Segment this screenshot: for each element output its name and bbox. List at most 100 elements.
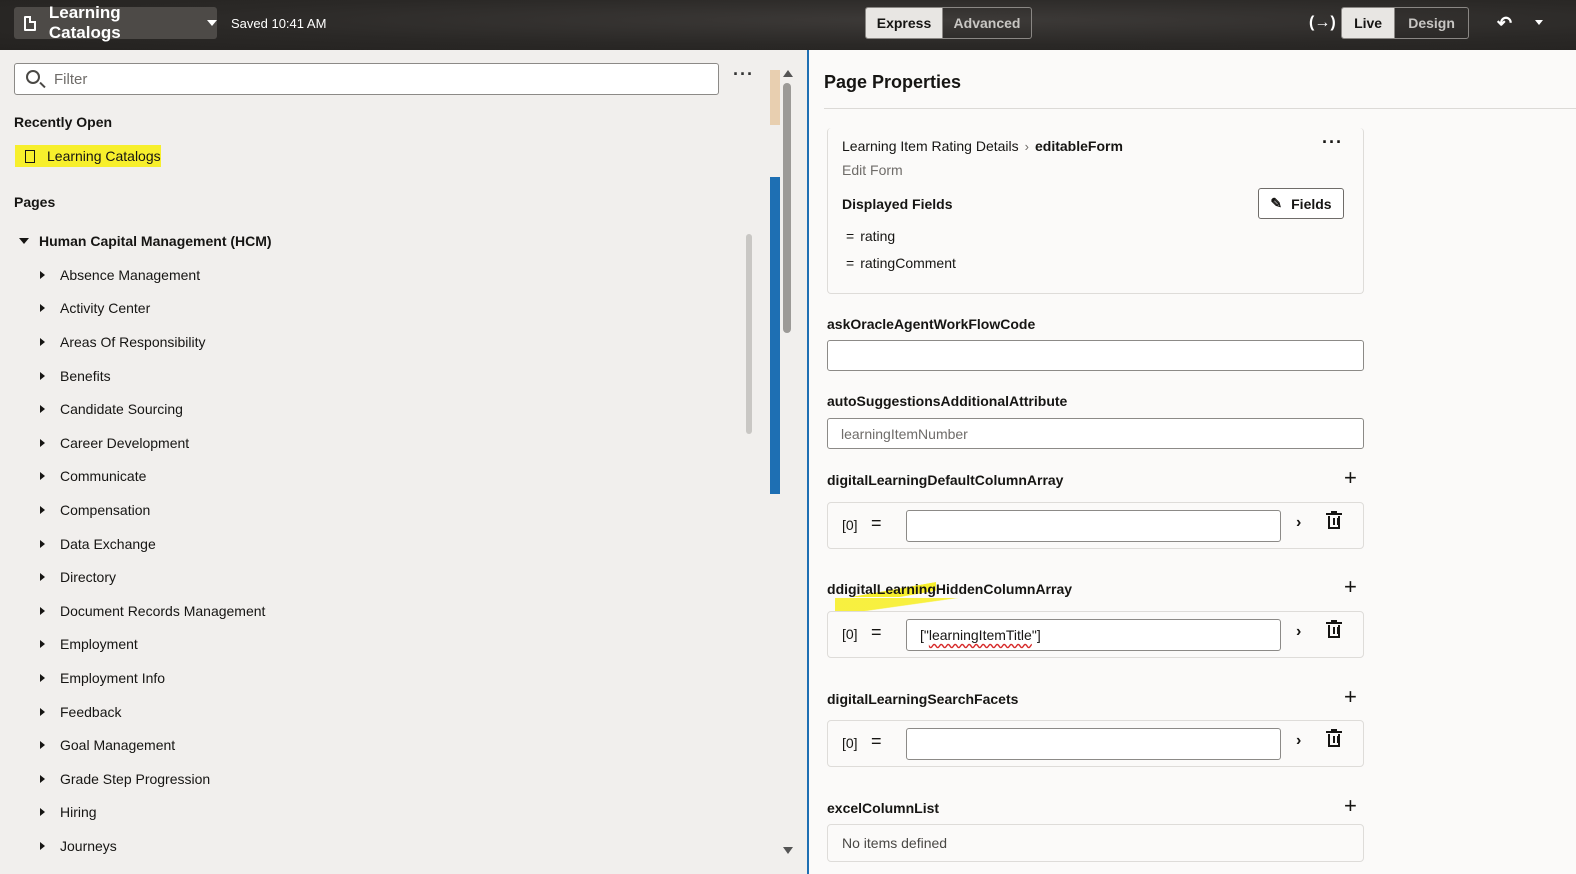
displayed-fields-label: Displayed Fields	[842, 196, 953, 212]
tree-scrollbar[interactable]	[744, 218, 756, 858]
caret-right-icon[interactable]	[40, 808, 45, 817]
tree-item[interactable]: Areas Of Responsibility	[40, 325, 265, 359]
tree-item-label: Document Records Management	[60, 602, 266, 619]
caret-right-icon[interactable]	[40, 405, 45, 414]
tree-item[interactable]: Hiring	[40, 796, 265, 830]
divider	[824, 108, 1576, 109]
splitter-highlight	[770, 177, 780, 494]
caret-right-icon[interactable]	[40, 673, 45, 682]
tree-item[interactable]: Grade Step Progression	[40, 762, 265, 796]
trash-icon[interactable]	[1326, 511, 1342, 529]
tab-live[interactable]: Live	[1342, 8, 1395, 38]
add-icon[interactable]: +	[1344, 795, 1357, 817]
tree-item[interactable]: Employment Info	[40, 661, 265, 695]
tree-item[interactable]: Document Records Management	[40, 594, 265, 628]
caret-right-icon[interactable]	[40, 371, 45, 380]
value-part: ["	[920, 627, 929, 643]
caret-right-icon[interactable]	[40, 841, 45, 850]
array-index: [0]	[842, 735, 858, 751]
array-item-input[interactable]	[906, 510, 1281, 542]
tree-item[interactable]: Career Development	[40, 426, 265, 460]
array-item-input[interactable]: [" learningItemTitle "]	[906, 619, 1281, 651]
caret-right-icon[interactable]	[40, 573, 45, 582]
default-column-label: digitalLearningDefaultColumnArray	[827, 472, 1064, 488]
chevron-right-icon[interactable]: ›	[1296, 623, 1301, 641]
breadcrumb: Learning Item Rating Details › editableF…	[842, 138, 1123, 154]
page-switcher-button[interactable]: Learning Catalogs	[14, 3, 217, 42]
scroll-down-icon[interactable]	[783, 847, 793, 854]
tree-item[interactable]: Employment	[40, 628, 265, 662]
caret-right-icon[interactable]	[40, 438, 45, 447]
tree-item-label: Feedback	[60, 703, 122, 720]
tab-design[interactable]: Design	[1394, 8, 1468, 38]
undo-menu-chevron-icon[interactable]	[1535, 20, 1543, 25]
trash-icon[interactable]	[1326, 620, 1342, 638]
drag-handle-icon[interactable]: =	[846, 255, 854, 271]
tree-item[interactable]: Data Exchange	[40, 527, 265, 561]
more-options-icon[interactable]: ···	[1322, 133, 1343, 151]
tab-advanced[interactable]: Advanced	[942, 8, 1031, 38]
displayed-field[interactable]: = rating	[846, 228, 895, 244]
saved-status: Saved 10:41 AM	[231, 16, 327, 31]
tree-item[interactable]: Communicate	[40, 460, 265, 494]
trash-icon[interactable]	[1326, 729, 1342, 747]
add-icon[interactable]: +	[1344, 467, 1357, 489]
tree-item[interactable]: Feedback	[40, 695, 265, 729]
properties-scrollbar[interactable]	[780, 65, 796, 860]
caret-right-icon[interactable]	[40, 606, 45, 615]
chevron-right-icon[interactable]: ›	[1296, 514, 1301, 532]
tree-item-label: Absence Management	[60, 266, 201, 283]
tree-item[interactable]: Activity Center	[40, 292, 265, 326]
tree-item[interactable]: Benefits	[40, 359, 265, 393]
caret-right-icon[interactable]	[40, 337, 45, 346]
drag-handle-icon[interactable]: =	[846, 228, 854, 244]
tree-item[interactable]: Goal Management	[40, 728, 265, 762]
drag-handle-icon[interactable]: =	[871, 731, 882, 752]
caret-right-icon[interactable]	[40, 472, 45, 481]
label-part: HiddenColumnArray	[935, 581, 1073, 597]
component-card: Learning Item Rating Details › editableF…	[827, 128, 1364, 294]
caret-right-icon[interactable]	[40, 304, 45, 313]
recent-item-learning-catalogs[interactable]: Learning Catalogs	[15, 145, 161, 167]
array-item: [0] = ›	[827, 720, 1364, 767]
tree-item[interactable]: Candidate Sourcing	[40, 392, 265, 426]
field-name: rating	[860, 228, 896, 244]
caret-right-icon[interactable]	[40, 539, 45, 548]
scrollbar-thumb[interactable]	[746, 234, 752, 434]
more-options-icon[interactable]: ···	[733, 65, 754, 83]
caret-right-icon[interactable]	[40, 707, 45, 716]
caret-down-icon[interactable]	[19, 238, 29, 244]
tree-item[interactable]: Absence Management	[40, 258, 265, 292]
drag-handle-icon[interactable]: =	[871, 622, 882, 643]
add-icon[interactable]: +	[1344, 576, 1357, 598]
filter-input[interactable]	[54, 64, 704, 94]
array-item-input[interactable]	[906, 728, 1281, 760]
expression-icon[interactable]: (→)	[1309, 14, 1336, 32]
tab-express[interactable]: Express	[866, 8, 942, 38]
excel-column-label: excelColumnList	[827, 800, 940, 816]
chevron-right-icon: ›	[1024, 138, 1029, 154]
displayed-field[interactable]: = ratingComment	[846, 255, 956, 271]
tree-item[interactable]: Journeys	[40, 829, 265, 863]
caret-right-icon[interactable]	[40, 640, 45, 649]
scrollbar-thumb[interactable]	[783, 83, 791, 333]
chevron-right-icon[interactable]: ›	[1296, 732, 1301, 750]
tree-node-hcm[interactable]: Human Capital Management (HCM)	[19, 233, 272, 249]
caret-right-icon[interactable]	[40, 741, 45, 750]
caret-right-icon[interactable]	[40, 505, 45, 514]
tree-item-label: Communicate	[60, 468, 147, 485]
add-icon[interactable]: +	[1344, 686, 1357, 708]
scroll-up-icon[interactable]	[783, 70, 793, 77]
tree-item[interactable]: Directory	[40, 560, 265, 594]
filter-field[interactable]	[14, 63, 719, 95]
value-part: learningItemTitle	[928, 627, 1032, 643]
undo-icon[interactable]: ↶	[1497, 13, 1512, 34]
breadcrumb-parent[interactable]: Learning Item Rating Details	[842, 138, 1019, 154]
tree-item[interactable]: Compensation	[40, 493, 265, 527]
fields-button[interactable]: ✎ Fields	[1258, 188, 1344, 219]
drag-handle-icon[interactable]: =	[871, 513, 882, 534]
caret-right-icon[interactable]	[40, 774, 45, 783]
auto-suggest-input[interactable]: learningItemNumber	[827, 418, 1364, 449]
ask-oracle-input[interactable]	[827, 340, 1364, 371]
caret-right-icon[interactable]	[40, 270, 45, 279]
